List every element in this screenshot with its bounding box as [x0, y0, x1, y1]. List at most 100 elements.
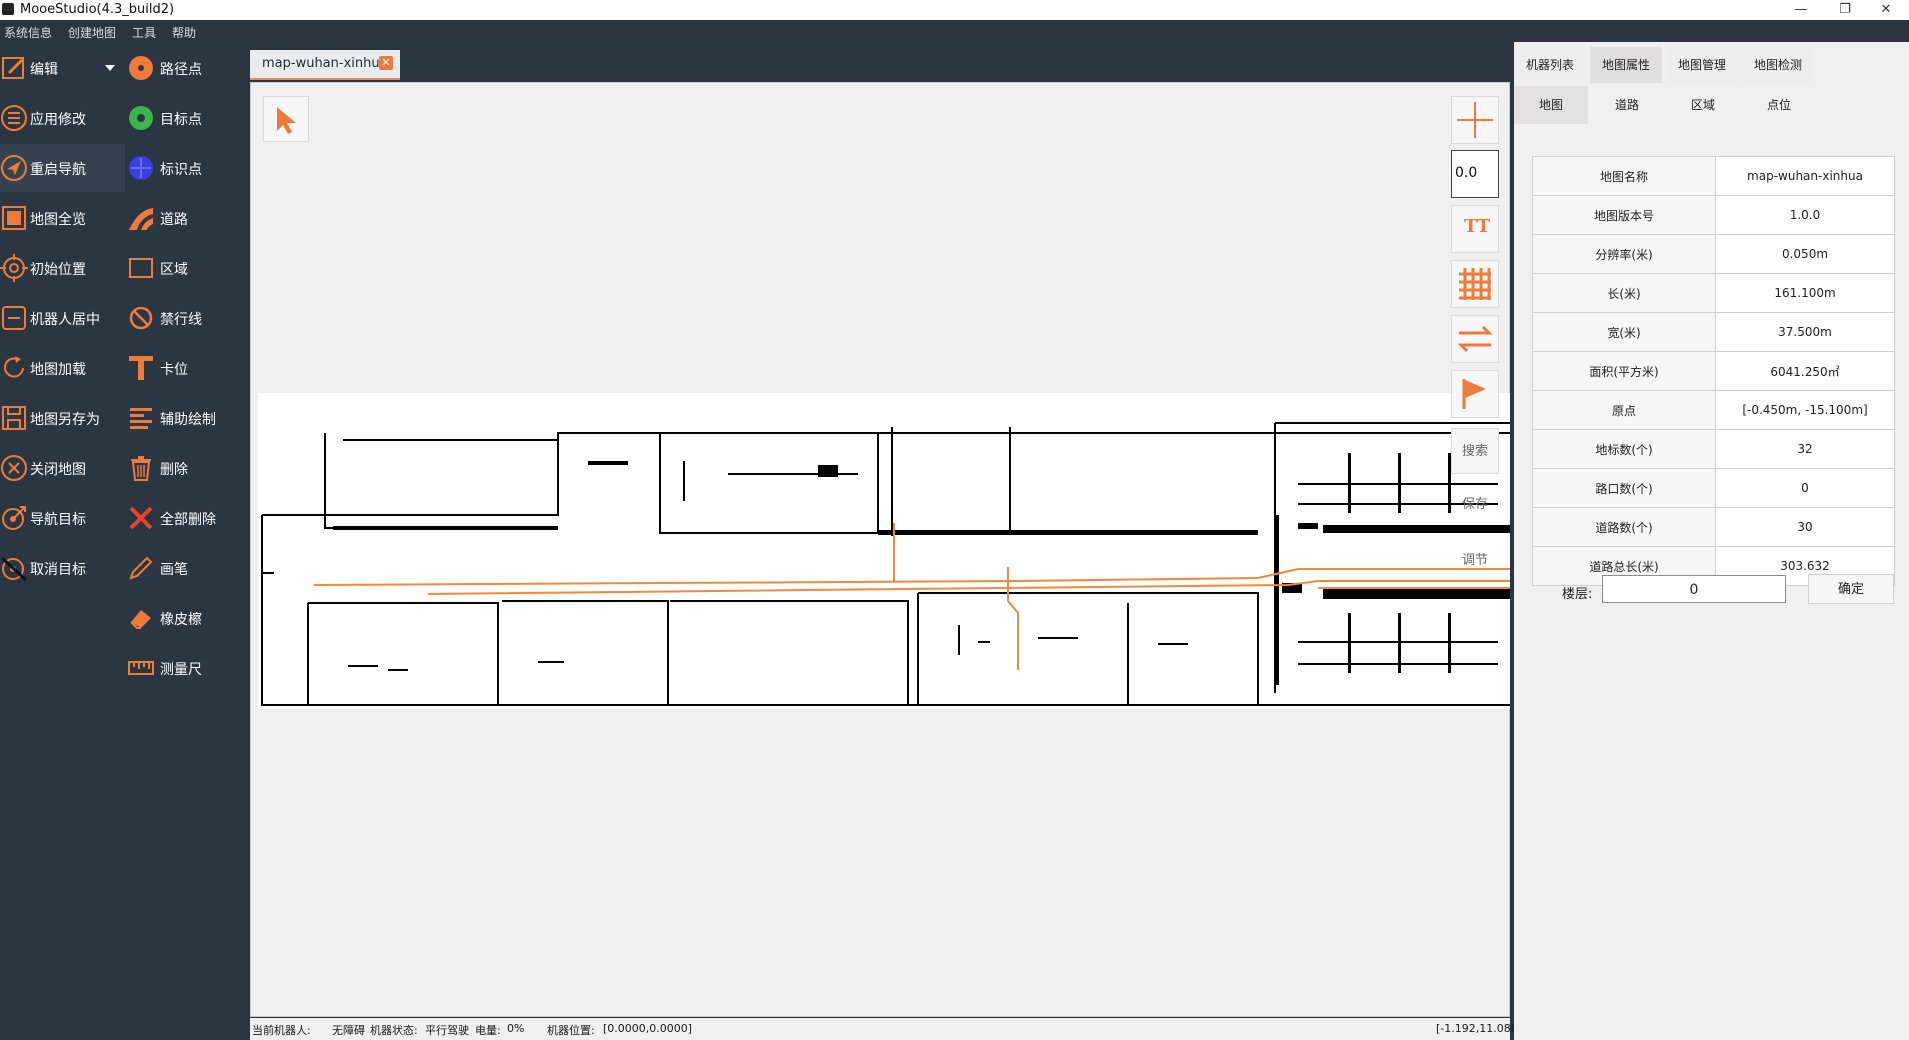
tab-map-properties[interactable]: 地图属性 [1590, 47, 1662, 83]
tool-pen[interactable]: 画笔 [0, 544, 246, 592]
text-tool-button[interactable]: TT [1451, 205, 1499, 253]
current-robot-label: 当前机器人: [252, 1024, 311, 1037]
property-row: 地标数(个) 32 [1532, 429, 1895, 469]
property-value: 37.500m [1715, 312, 1895, 352]
minimize-button[interactable]: — [1778, 0, 1824, 20]
subtab-map[interactable]: 地图 [1514, 86, 1588, 124]
tab-map-management[interactable]: 地图管理 [1666, 47, 1738, 83]
property-value: 1.0.0 [1715, 195, 1895, 235]
menu-bar: 系统信息 创建地图 工具 帮助 [0, 20, 1909, 42]
search-button[interactable]: 搜索 [1451, 428, 1499, 474]
property-key: 面积(平方米) [1532, 351, 1716, 391]
marker-point-icon [129, 156, 153, 180]
title-bar: MooeStudio(4.3_build2) — ❐ ✕ [0, 0, 1909, 20]
occupancy-map-image [261, 422, 1510, 706]
area-icon [129, 258, 153, 278]
property-value: [-0.450m, -15.100m] [1715, 390, 1895, 430]
status-bar: 当前机器人: 无障碍 机器状态: 平行驾驶 电量: 0% 机器位置: [0.00… [250, 1018, 1522, 1040]
text-tool-icon: TT [1464, 216, 1491, 237]
zoom-value: 0.0 [1451, 150, 1499, 198]
property-row: 道路数(个) 30 [1532, 507, 1895, 547]
tool-aux-draw[interactable]: 辅助绘制 [0, 394, 246, 442]
robot-state-label: 机器状态: [370, 1024, 418, 1037]
property-value: 6041.250㎡ [1715, 351, 1895, 391]
flag-tool-button[interactable] [1451, 370, 1499, 418]
map-tab-label: map-wuhan-xinhua [262, 56, 388, 71]
property-value: map-wuhan-xinhua [1715, 156, 1895, 196]
property-row: 宽(米) 37.500m [1532, 312, 1895, 352]
maximize-button[interactable]: ❐ [1822, 0, 1868, 20]
property-key: 宽(米) [1532, 312, 1716, 352]
tool-delete[interactable]: 删除 [0, 444, 246, 492]
property-value: 0 [1715, 468, 1895, 508]
flag-icon [1462, 379, 1486, 409]
aux-draw-icon [130, 408, 152, 429]
crosshair-tool-button[interactable] [1451, 96, 1499, 144]
confirm-button[interactable]: 确定 [1808, 574, 1894, 604]
road-icon [129, 208, 153, 230]
close-window-button[interactable]: ✕ [1863, 0, 1909, 20]
property-value: 32 [1715, 429, 1895, 469]
tool-road[interactable]: 道路 [0, 194, 246, 242]
tool-ruler[interactable]: 测量尺 [0, 644, 246, 692]
grid-tool-button[interactable] [1451, 260, 1499, 308]
cursor-coordinates: [-1.192,11.086] [1436, 1022, 1523, 1035]
property-value: 30 [1715, 507, 1895, 547]
tool-slot[interactable]: 卡位 [0, 344, 246, 392]
path-point-icon [129, 56, 153, 80]
adjust-button[interactable]: 调节 [1451, 540, 1499, 582]
tool-eraser[interactable]: 橡皮檫 [0, 594, 246, 642]
map-view[interactable] [258, 393, 1510, 709]
property-row: 面积(平方米) 6041.250㎡ [1532, 351, 1895, 391]
properties-panel: 机器列表 地图属性 地图管理 地图检测 地图 道路 区域 点位 地图名称 map-… [1514, 42, 1909, 1040]
tool-label: 辅助绘制 [160, 412, 216, 428]
menu-tools[interactable]: 工具 [132, 24, 156, 41]
app-icon [2, 3, 14, 15]
tool-label: 橡皮檫 [160, 612, 202, 628]
pointer-tool-button[interactable] [263, 96, 309, 142]
tool-label: 路径点 [160, 62, 202, 78]
tool-path-point[interactable]: 路径点 [0, 44, 246, 92]
cursor-arrow-icon [277, 107, 296, 134]
crosshair-icon [1457, 102, 1493, 138]
tool-target-point[interactable]: 目标点 [0, 94, 246, 142]
tool-label: 区域 [160, 262, 188, 278]
trash-icon [131, 456, 151, 481]
robot-position-label: 机器位置: [547, 1024, 595, 1037]
save-button[interactable]: 保存 [1451, 484, 1499, 526]
robot-state-value: 平行驾驶 [425, 1024, 469, 1037]
map-properties-table: 地图名称 map-wuhan-xinhua 地图版本号 1.0.0 分辨率(米) 0.… [1532, 156, 1895, 586]
tool-label: 卡位 [160, 362, 188, 378]
menu-create-map[interactable]: 创建地图 [68, 24, 116, 41]
menu-help[interactable]: 帮助 [172, 24, 196, 41]
tool-marker-point[interactable]: 标识点 [0, 144, 246, 192]
tab-map-detection[interactable]: 地图检测 [1742, 47, 1814, 83]
subtab-road[interactable]: 道路 [1590, 86, 1664, 124]
property-value: 0.050m [1715, 234, 1895, 274]
map-document-tab[interactable]: map-wuhan-xinhua ✕ [250, 50, 400, 80]
tool-label: 画笔 [160, 562, 188, 578]
tool-label: 测量尺 [160, 662, 202, 678]
swap-direction-button[interactable] [1451, 315, 1499, 363]
subtab-area[interactable]: 区域 [1666, 86, 1740, 124]
forbidden-line-icon [129, 306, 153, 330]
property-row: 地图名称 map-wuhan-xinhua [1532, 156, 1895, 196]
tool-label: 目标点 [160, 112, 202, 128]
target-point-icon [129, 106, 153, 130]
property-key: 地图版本号 [1532, 195, 1716, 235]
tool-delete-all[interactable]: 全部删除 [0, 494, 246, 542]
property-key: 长(米) [1532, 273, 1716, 313]
close-tab-button[interactable]: ✕ [379, 56, 393, 70]
tool-label: 道路 [160, 212, 188, 228]
floor-input[interactable]: 0 [1602, 575, 1786, 603]
delete-all-icon [129, 506, 153, 530]
grid-icon [1459, 268, 1491, 300]
tool-forbidden-line[interactable]: 禁行线 [0, 294, 246, 342]
subtab-points[interactable]: 点位 [1742, 86, 1816, 124]
tool-area[interactable]: 区域 [0, 244, 246, 292]
tool-label: 删除 [160, 462, 188, 478]
ruler-icon [128, 661, 154, 675]
property-key: 地图名称 [1532, 156, 1716, 196]
menu-system-info[interactable]: 系统信息 [4, 24, 52, 41]
tab-robot-list[interactable]: 机器列表 [1514, 47, 1586, 83]
